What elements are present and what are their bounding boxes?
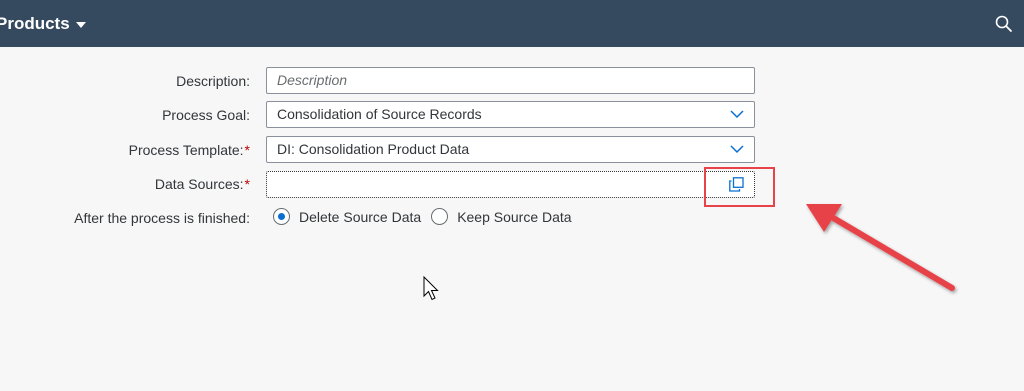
data-sources-input[interactable]: [266, 171, 755, 198]
required-marker: *: [244, 176, 250, 192]
chevron-down-icon[interactable]: [730, 110, 744, 119]
highlight-box: [704, 167, 775, 207]
app-title-menu[interactable]: Products: [0, 0, 86, 47]
description-label: Description:: [176, 73, 250, 89]
description-input[interactable]: Description: [266, 67, 755, 94]
process-goal-label: Process Goal:: [162, 107, 250, 123]
process-goal-select[interactable]: Consolidation of Source Records: [266, 101, 755, 128]
description-placeholder: Description: [277, 72, 348, 88]
after-process-label: After the process is finished:: [74, 210, 250, 226]
delete-source-data-label[interactable]: Delete Source Data: [299, 209, 421, 225]
process-template-value: DI: Consolidation Product Data: [277, 141, 470, 157]
data-sources-label: Data Sources:*: [154, 176, 250, 192]
keep-source-data-radio[interactable]: [431, 208, 449, 225]
after-process-radio-group: Delete Source Data Keep Source Data: [273, 208, 582, 225]
caret-down-icon: [75, 21, 86, 28]
process-template-label: Process Template:*: [128, 142, 250, 158]
chevron-down-icon[interactable]: [730, 145, 744, 154]
shell-bar: Products: [0, 0, 1024, 47]
search-icon[interactable]: [994, 14, 1014, 34]
annotation-arrow-icon: [806, 204, 955, 291]
process-template-select[interactable]: DI: Consolidation Product Data: [266, 136, 755, 163]
process-goal-value: Consolidation of Source Records: [277, 106, 482, 122]
mouse-cursor-icon: [423, 276, 439, 301]
delete-source-data-radio[interactable]: [273, 208, 290, 225]
app-title: Products: [0, 13, 70, 33]
keep-source-data-label[interactable]: Keep Source Data: [457, 209, 571, 225]
required-marker: *: [244, 142, 250, 158]
